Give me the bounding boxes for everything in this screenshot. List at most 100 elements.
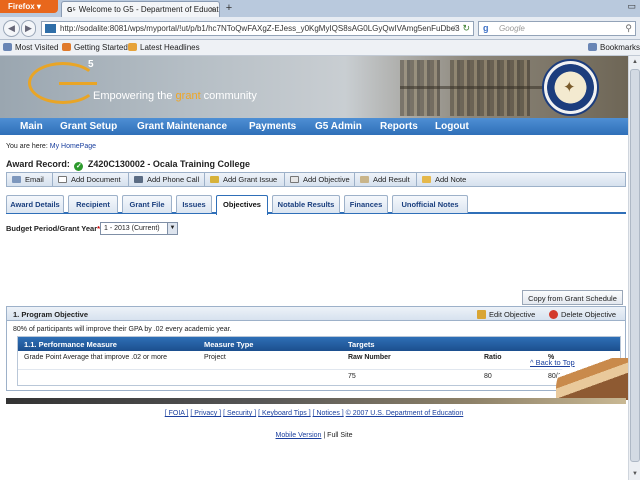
back-arrow-icon[interactable]: ◀ (3, 20, 20, 37)
budget-period-label: Budget Period/Grant Year* (6, 224, 101, 233)
check-icon: ✓ (74, 162, 84, 171)
scroll-up-icon[interactable]: ▲ (630, 57, 640, 67)
phone-icon (134, 176, 143, 183)
add-note-button[interactable]: Add Note (417, 173, 473, 186)
footer-bar (6, 398, 626, 404)
bookmark-icon (3, 43, 12, 51)
copy-from-grant-schedule-button[interactable]: Copy from Grant Schedule (522, 290, 623, 305)
edit-objective-button[interactable]: Edit Objective (477, 310, 535, 319)
page-scrollbar[interactable]: ▲ ▼ (628, 56, 640, 480)
tab-issues[interactable]: Issues (176, 195, 212, 213)
header-measure-type: Measure Type (204, 340, 254, 349)
award-record-title: Award Record: ✓ Z420C130002 - Ocala Trai… (6, 159, 250, 171)
tab-title: Welcome to G5 - Department of Educatio..… (78, 5, 220, 14)
nav-g5-admin[interactable]: G5 Admin (315, 121, 362, 132)
header-performance-measure: 1.1. Performance Measure (24, 340, 117, 349)
bookmarks-menu[interactable]: Bookmarks (588, 43, 640, 52)
firefox-menu-button[interactable]: Firefox ▾ (0, 0, 58, 13)
nav-grant-maintenance[interactable]: Grant Maintenance (137, 121, 227, 132)
site-icon (45, 24, 56, 33)
delete-icon (549, 310, 558, 319)
close-tab-icon[interactable]: × (210, 4, 215, 14)
page-content: 5 Empowering the grant community ✦ Main … (0, 56, 628, 480)
table-header: 1.1. Performance Measure Measure Type Ta… (18, 337, 620, 351)
breadcrumb-prefix: You are here: (6, 143, 48, 150)
tab-objectives[interactable]: Objectives (216, 195, 268, 215)
tab-grant-file[interactable]: Grant File (122, 195, 172, 213)
search-icon[interactable]: ⚲ (625, 23, 632, 34)
site-version-switch: Mobile Version | Full Site (0, 432, 628, 439)
bookmark-most-visited[interactable]: Most Visited (3, 43, 58, 52)
keyboard-tips-link[interactable]: [ Keyboard Tips ] (258, 410, 311, 417)
browser-tabstrip: Firefox ▾ G⁵ Welcome to G5 - Department o… (0, 0, 640, 17)
add-phone-call-button[interactable]: Add Phone Call (129, 173, 205, 186)
email-button[interactable]: Email (7, 173, 53, 186)
banner-shelf-line (400, 86, 550, 89)
objective-description: 80% of participants will improve their G… (13, 326, 232, 333)
record-tabs: Award Details Recipient Grant File Issue… (6, 195, 626, 215)
objective-title: 1. Program Objective (13, 310, 89, 319)
browser-navbar: ◀ ▶ http://sodalite:8081/wps/myportal/!u… (0, 17, 640, 40)
nav-logout[interactable]: Logout (435, 121, 469, 132)
award-value: Z420C130002 - Ocala Training College (87, 159, 250, 169)
privacy-link[interactable]: [ Privacy ] (190, 410, 221, 417)
search-placeholder: Google (499, 24, 525, 33)
add-objective-button[interactable]: Add Objective (285, 173, 355, 186)
bookmark-latest-headlines[interactable]: Latest Headlines (128, 43, 200, 52)
nav-reports[interactable]: Reports (380, 121, 418, 132)
measure-name: Grade Point Average that improve .02 or … (24, 354, 168, 361)
rss-icon (128, 43, 137, 51)
reload-icon[interactable]: ↻ (462, 23, 470, 34)
scroll-down-icon[interactable]: ▼ (630, 469, 640, 479)
nav-main[interactable]: Main (20, 121, 43, 132)
target-raw-number: 75 (348, 373, 356, 380)
tab-finances[interactable]: Finances (344, 195, 388, 213)
browser-tab[interactable]: G⁵ Welcome to G5 - Department of Educatio… (61, 1, 220, 17)
eagle-icon: ✦ (563, 79, 576, 96)
security-link[interactable]: [ Security ] (223, 410, 256, 417)
chevron-down-icon: ▼ (167, 223, 177, 234)
search-input[interactable]: g Google ⚲ (478, 21, 636, 36)
forward-arrow-icon[interactable]: ▶ (21, 20, 36, 37)
tab-notable-results[interactable]: Notable Results (272, 195, 340, 213)
back-to-top-link[interactable]: ^ Back to Top (530, 358, 575, 367)
breadcrumb-home-link[interactable]: My HomePage (50, 143, 96, 150)
add-grant-issue-button[interactable]: Add Grant Issue (205, 173, 285, 186)
notices-link[interactable]: [ Notices ] (313, 410, 344, 417)
tab-unofficial-notes[interactable]: Unofficial Notes (392, 195, 468, 213)
main-navigation: Main Grant Setup Grant Maintenance Payme… (0, 118, 628, 135)
copyright-link[interactable]: © 2007 U.S. Department of Education (346, 410, 464, 417)
tab-award-details[interactable]: Award Details (6, 195, 64, 213)
objective-header: 1. Program Objective Edit Objective Dele… (7, 307, 625, 321)
add-result-button[interactable]: Add Result (355, 173, 417, 186)
document-icon (58, 176, 67, 183)
foia-link[interactable]: [ FOIA ] (165, 410, 189, 417)
note-icon (422, 176, 431, 183)
budget-period-select[interactable]: 1 - 2013 (Current) ▼ (100, 222, 178, 235)
nav-payments[interactable]: Payments (249, 121, 296, 132)
pencil-icon (477, 310, 486, 319)
address-bar[interactable]: http://sodalite:8081/wps/myportal/!ut/p/… (41, 21, 474, 36)
add-document-button[interactable]: Add Document (53, 173, 129, 186)
scrollbar-thumb[interactable] (630, 69, 640, 462)
award-label: Award Record: (6, 159, 70, 169)
url-text: http://sodalite:8081/wps/myportal/!ut/p/… (60, 24, 460, 33)
table-row: 75 80 80/100 (18, 369, 620, 383)
nav-grant-setup[interactable]: Grant Setup (60, 121, 117, 132)
budget-period-value: 1 - 2013 (Current) (104, 225, 160, 232)
objective-icon (290, 176, 299, 183)
favicon-icon: G⁵ (67, 7, 76, 14)
action-toolbar: Email Add Document Add Phone Call Add Gr… (6, 172, 626, 187)
tab-recipient[interactable]: Recipient (68, 195, 118, 213)
new-tab-button[interactable]: + (222, 2, 236, 15)
program-objective-panel: 1. Program Objective Edit Objective Dele… (6, 306, 626, 391)
header-targets: Targets (348, 340, 375, 349)
firefox-menu-label: Firefox (8, 2, 35, 11)
bookmark-getting-started[interactable]: Getting Started (62, 43, 128, 52)
measure-type: Project (204, 354, 226, 361)
result-icon (360, 176, 369, 183)
delete-objective-button[interactable]: Delete Objective (549, 310, 616, 319)
mobile-version-link[interactable]: Mobile Version (276, 432, 322, 439)
bookmark-star-icon[interactable]: ☆ (451, 23, 459, 34)
window-controls[interactable]: ▭ (627, 1, 636, 12)
